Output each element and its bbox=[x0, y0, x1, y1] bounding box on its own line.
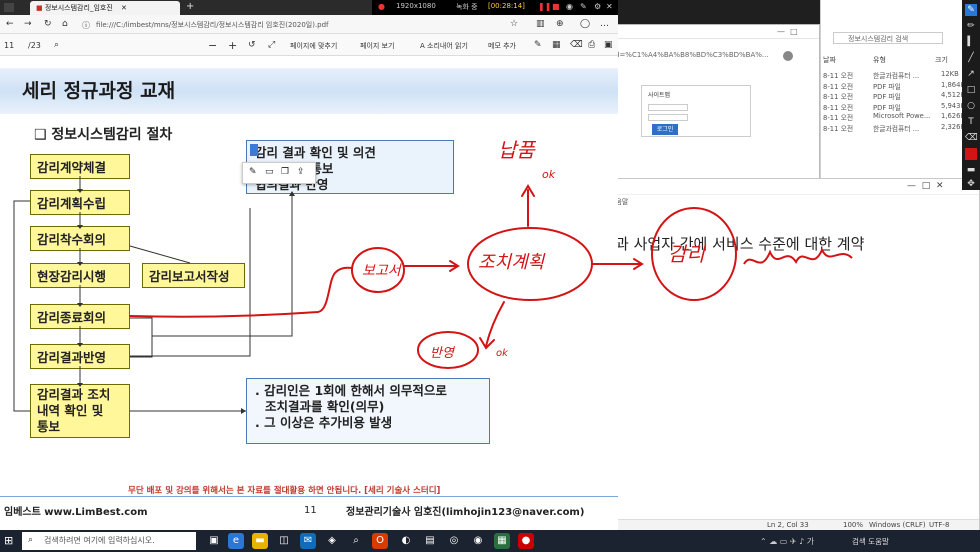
start-icon[interactable]: ⊞ bbox=[4, 534, 13, 547]
eraser-tool-icon[interactable]: ⌫ bbox=[965, 132, 978, 144]
app-icon-5[interactable]: ◎ bbox=[446, 533, 462, 549]
color-swatch[interactable] bbox=[965, 148, 977, 160]
store-icon[interactable]: ◫ bbox=[276, 533, 292, 549]
recorder-icon[interactable]: ● bbox=[518, 533, 534, 549]
task-view-icon[interactable]: ▣ bbox=[206, 533, 222, 549]
taskbar-search-input[interactable]: 검색하려면 여기에 입력하십시오. bbox=[22, 532, 196, 550]
file-explorer-icon[interactable]: ▬ bbox=[252, 533, 268, 549]
app-icon-1[interactable]: ◈ bbox=[324, 533, 340, 549]
ink-scribble bbox=[743, 247, 853, 265]
marker-tool-icon[interactable]: ✏ bbox=[965, 20, 977, 32]
system-tray-icons[interactable]: ⌃ ☁ ▭ ✈ ♪ 가 bbox=[760, 536, 814, 547]
text-tool-icon[interactable]: T bbox=[965, 116, 977, 128]
app-icon-6[interactable]: ▦ bbox=[494, 533, 510, 549]
app-icon-4[interactable]: ▤ bbox=[422, 533, 438, 549]
move-tool-icon[interactable]: ✥ bbox=[965, 178, 977, 190]
tray-text[interactable]: 검색 도움말 bbox=[852, 536, 889, 547]
line-tool-icon[interactable]: ╱ bbox=[965, 52, 977, 64]
search-icon: ⌕ bbox=[28, 535, 34, 545]
app-icon-2[interactable]: ⌕ bbox=[348, 533, 364, 549]
rect-tool-icon[interactable]: □ bbox=[965, 84, 977, 96]
app-icon-3[interactable]: ◐ bbox=[398, 533, 414, 549]
chrome-icon[interactable]: ◉ bbox=[470, 533, 486, 549]
thickness-tool-icon[interactable]: ▬ bbox=[965, 164, 977, 176]
arrow-tool-icon[interactable]: ↗ bbox=[965, 68, 977, 80]
pen-tool-icon[interactable]: ✎ bbox=[965, 4, 977, 16]
office-icon[interactable]: O bbox=[372, 533, 388, 549]
mail-icon[interactable]: ✉ bbox=[300, 533, 316, 549]
annotation-toolbox: ✎ ✏ ▍ ╱ ↗ □ ○ T ⌫ ▬ ✥ bbox=[962, 0, 980, 190]
highlighter-tool-icon[interactable]: ▍ bbox=[965, 36, 977, 48]
edge-icon[interactable]: e bbox=[228, 533, 244, 549]
ellipse-tool-icon[interactable]: ○ bbox=[965, 100, 977, 112]
